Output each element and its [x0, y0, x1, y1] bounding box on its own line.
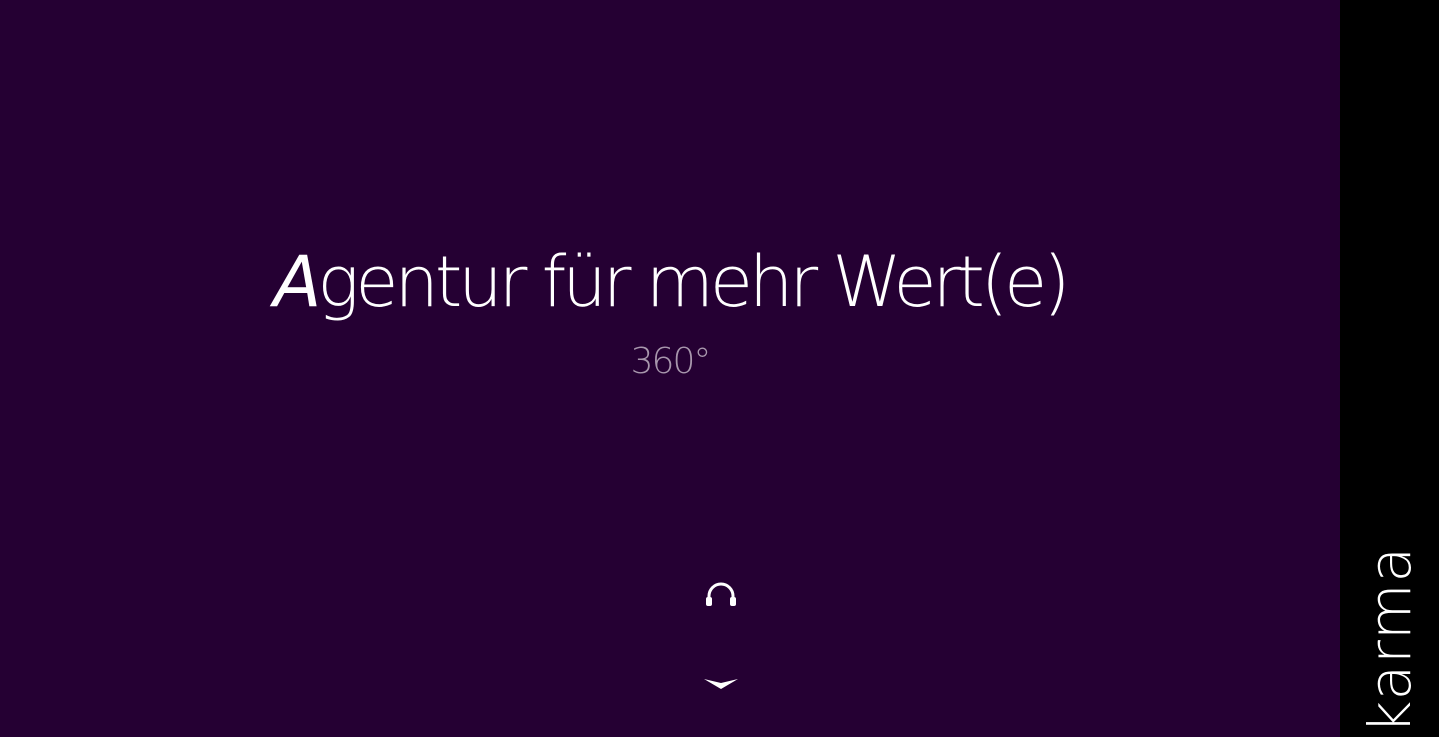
page: Agentur für mehr Wert(e) 360° karma — [0, 0, 1439, 737]
sidebar: karma — [1340, 0, 1439, 737]
headphones-icon — [706, 582, 736, 606]
chevron-down-icon — [704, 679, 738, 689]
hero-subline: 360° — [630, 341, 712, 382]
headline-initial: A — [273, 241, 322, 323]
hero-headline: Agentur für mehr Wert(e) — [0, 232, 1340, 332]
brand-logo[interactable]: karma — [1356, 546, 1424, 734]
hero-section: Agentur für mehr Wert(e) 360° — [0, 0, 1340, 737]
scroll-down-button[interactable] — [700, 672, 742, 694]
audio-toggle-button[interactable] — [703, 580, 739, 610]
headline-text: gentur für mehr Wert(e) — [317, 241, 1070, 323]
